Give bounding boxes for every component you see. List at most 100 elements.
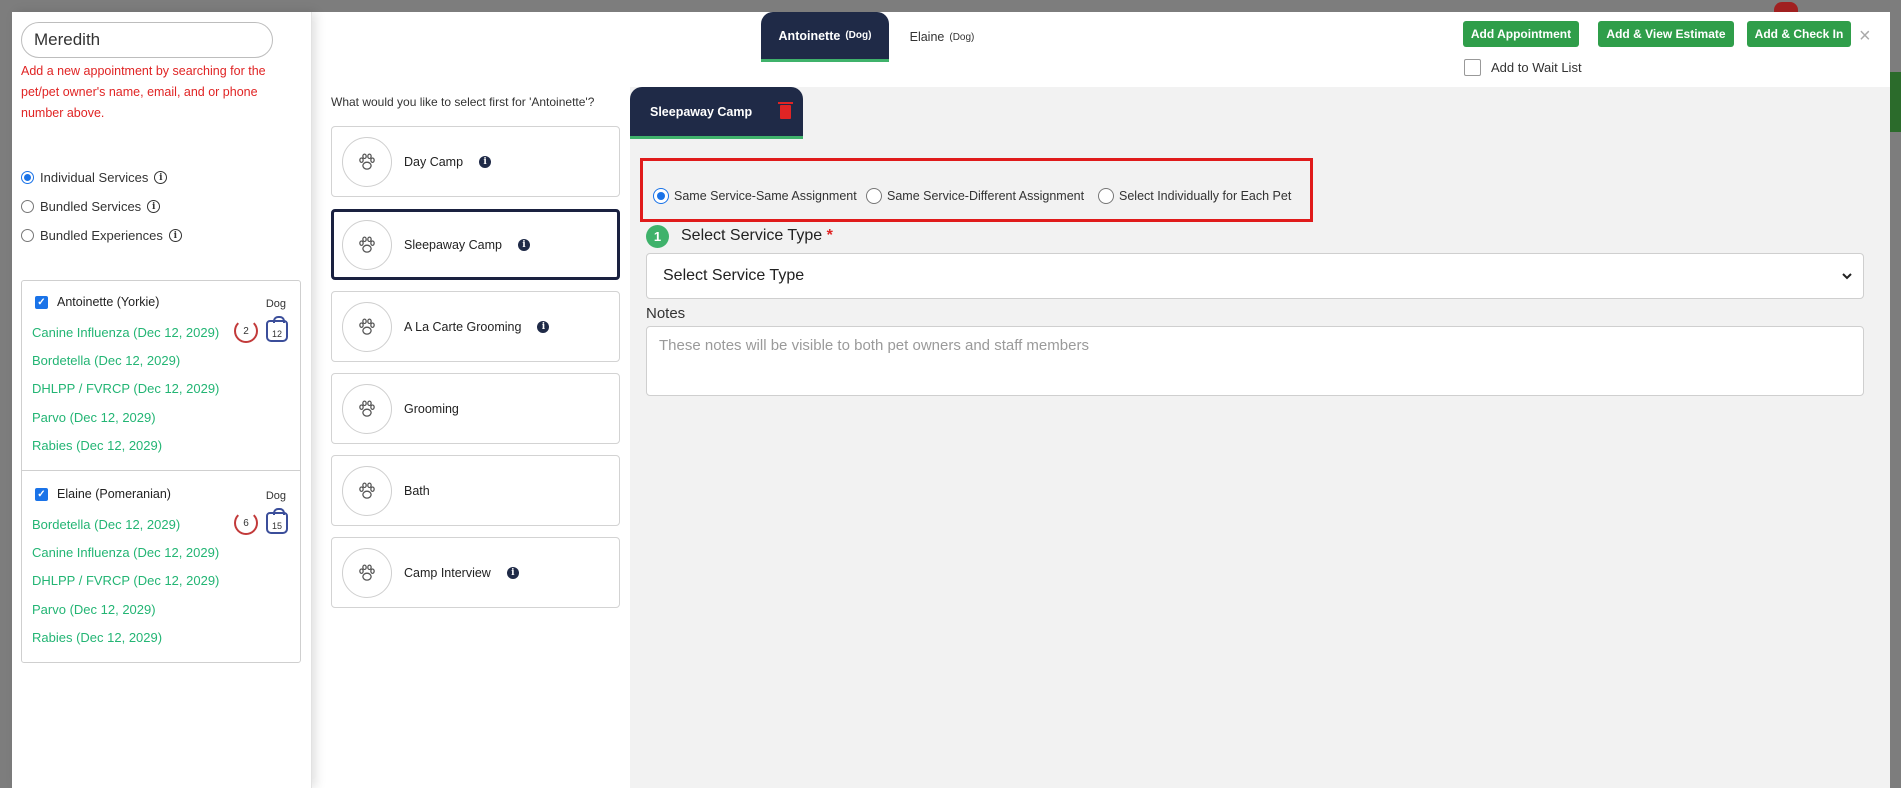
radio-selected[interactable] [653,188,669,204]
service-label: A La Carte Grooming [404,319,522,334]
service-label: Camp Interview [404,565,491,580]
service-card-sleepaway-camp[interactable]: Sleepaway Camp i [331,209,620,280]
assignment-label: Same Service-Same Assignment [674,189,857,203]
service-mode-bundled-experiences[interactable]: Bundled Experiences i [21,228,182,243]
info-icon[interactable]: i [479,155,492,168]
service-card-camp-interview[interactable]: Camp Interview i [331,537,620,608]
search-value: Meredith [34,30,101,49]
select-first-question: What would you like to select first for … [331,95,595,109]
weight-icon[interactable]: 15 [266,508,288,534]
vaccine-item: Bordetella (Dec 12, 2029) [32,517,181,532]
info-icon[interactable]: i [147,200,161,213]
assignment-label: Same Service-Different Assignment [887,189,1085,203]
close-icon[interactable]: × [1859,25,1871,48]
step-label-text: Select Service Type [681,227,823,244]
workspace-tab-label: Sleepaway Camp [650,104,753,119]
radio-unselected[interactable] [21,200,34,213]
workspace-tab-sleepaway-camp[interactable]: Sleepaway Camp [630,87,803,139]
info-icon[interactable]: i [517,238,530,251]
add-appointment-modal: Meredith Add a new appointment by search… [12,12,1890,788]
service-card-day-camp[interactable]: Day Camp i [331,126,620,197]
add-appointment-button[interactable]: Add Appointment [1463,21,1579,47]
service-type-value: Select Service Type [663,267,805,284]
paw-icon [342,301,392,352]
add-to-wait-list[interactable]: Add to Wait List [1464,59,1582,76]
vaccine-item: Canine Influenza (Dec 12, 2029) [32,325,220,340]
pet-checkbox[interactable]: ✓ [35,295,48,309]
pet-name: Elaine (Pomeranian) [57,487,171,501]
service-card-grooming[interactable]: Grooming [331,373,620,444]
service-card-a-la-carte-grooming[interactable]: A La Carte Grooming i [331,291,620,362]
service-card-bath[interactable]: Bath [331,455,620,526]
radio-unselected[interactable] [21,229,34,242]
background-side-bar [1889,72,1901,132]
service-mode-label: Bundled Services [40,199,142,214]
pet-tab-antoinette[interactable]: Antoinette (Dog) [761,12,889,62]
pet-tab-type: (Dog) [949,31,975,43]
pet-tab-name: Elaine [909,30,945,44]
wait-list-label: Add to Wait List [1491,60,1582,75]
pet-status-icons: 2 12 [234,316,288,343]
vaccine-item: Canine Influenza (Dec 12, 2029) [32,545,220,560]
paw-icon [342,547,392,598]
trash-icon[interactable] [778,101,794,119]
left-panel: Meredith Add a new appointment by search… [12,12,312,788]
refresh-icon[interactable]: 2 [234,319,258,343]
assignment-label: Select Individually for Each Pet [1119,189,1292,203]
pet-name: Antoinette (Yorkie) [57,295,160,309]
pet-header-elaine[interactable]: ✓ Elaine (Pomeranian) [35,487,171,501]
service-mode-individual[interactable]: Individual Services i [21,170,168,185]
assignment-same-different[interactable]: Same Service-Different Assignment [866,188,1084,204]
service-label: Day Camp [404,154,464,169]
service-mode-label: Bundled Experiences [40,228,163,243]
pet-species: Dog [265,298,286,310]
paw-icon [342,136,392,187]
service-workspace: Sleepaway Camp Same Service-Same Assignm… [630,87,1890,788]
service-label: Sleepaway Camp [404,237,502,252]
assignment-options: Same Service-Same Assignment Same Servic… [640,158,1313,222]
pet-species: Dog [265,490,286,502]
weight-icon[interactable]: 12 [266,316,288,342]
pet-tab-name: Antoinette [778,28,841,43]
vaccine-item: DHLPP / FVRCP (Dec 12, 2029) [32,573,220,588]
info-icon[interactable]: i [506,566,519,579]
service-label: Bath [404,483,430,498]
add-view-estimate-button[interactable]: Add & View Estimate [1598,21,1734,47]
vaccine-item: Bordetella (Dec 12, 2029) [32,353,181,368]
info-icon[interactable]: i [154,171,168,184]
paw-icon [342,219,392,270]
required-mark: * [826,227,833,244]
service-mode-bundled-services[interactable]: Bundled Services i [21,199,161,214]
search-hint: Add a new appointment by searching for t… [21,64,266,120]
service-type-select[interactable]: Select Service Type [646,253,1864,299]
service-label: Grooming [404,401,459,416]
pet-header-antoinette[interactable]: ✓ Antoinette (Yorkie) [35,295,159,309]
wait-list-checkbox[interactable] [1464,59,1481,76]
info-icon[interactable]: i [537,320,550,333]
radio-unselected[interactable] [1098,188,1114,204]
selected-pets-list: ✓ Antoinette (Yorkie) Dog 2 12 Canine In… [21,280,301,663]
pet-divider [22,470,300,471]
radio-unselected[interactable] [866,188,882,204]
vaccine-item: Parvo (Dec 12, 2029) [32,602,156,617]
refresh-icon[interactable]: 6 [234,511,258,535]
assignment-same-same[interactable]: Same Service-Same Assignment [653,188,857,204]
info-icon[interactable]: i [168,229,182,242]
vaccine-item: DHLPP / FVRCP (Dec 12, 2029) [32,381,220,396]
select-service-type-heading: Select Service Type * [681,227,833,245]
assignment-individual[interactable]: Select Individually for Each Pet [1098,188,1291,204]
chevron-down-icon [1842,273,1852,280]
vaccine-item: Rabies (Dec 12, 2029) [32,630,163,645]
step-number-badge: 1 [646,225,669,248]
radio-selected[interactable] [21,171,34,184]
pet-tab-type: (Dog) [845,30,872,41]
pet-owner-search-input[interactable]: Meredith [21,22,273,58]
notes-textarea[interactable]: These notes will be visible to both pet … [646,326,1864,396]
paw-icon [342,465,392,516]
pet-checkbox[interactable]: ✓ [35,487,48,501]
pet-tab-elaine[interactable]: Elaine (Dog) [892,12,992,62]
paw-icon [342,383,392,434]
notes-label: Notes [646,305,686,322]
add-check-in-button[interactable]: Add & Check In [1747,21,1851,47]
pet-status-icons: 6 15 [234,508,288,535]
